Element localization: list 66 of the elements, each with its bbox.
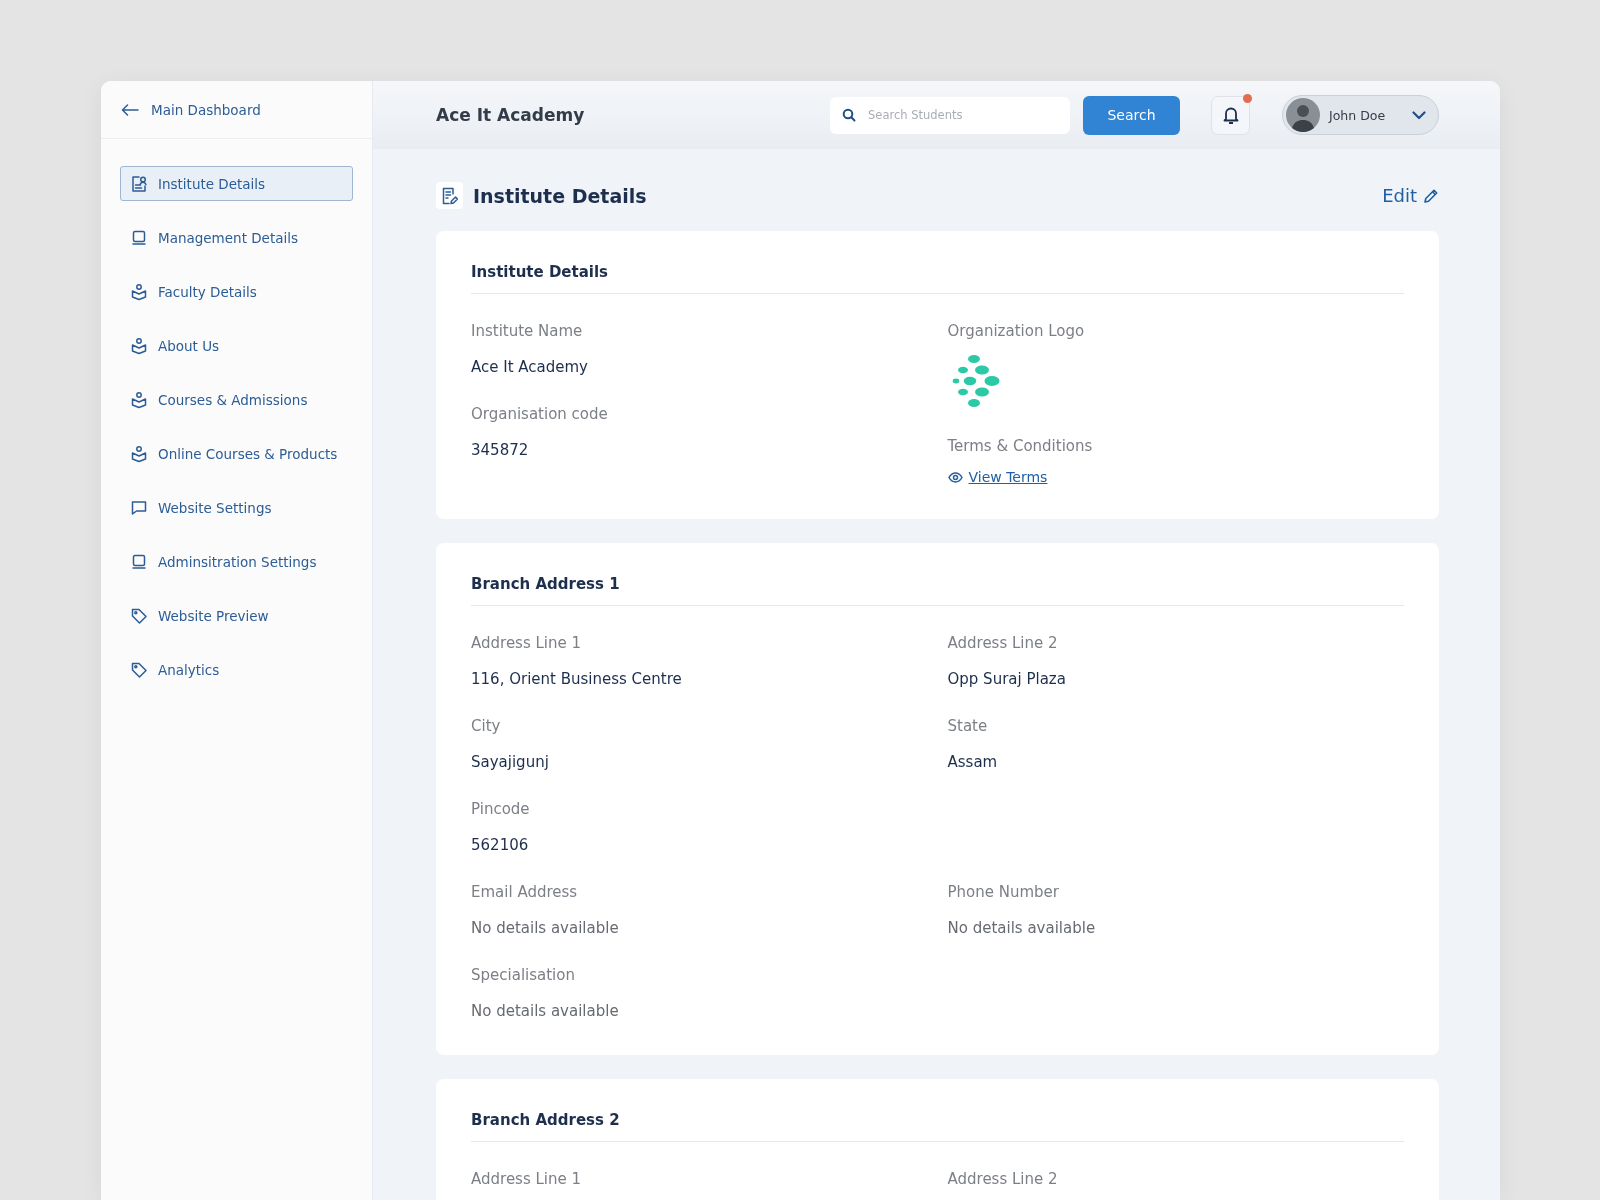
page-title: Institute Details xyxy=(473,184,647,207)
app-title: Ace It Academy xyxy=(436,105,586,125)
sidebar-item[interactable]: Adminsitration Settings xyxy=(120,544,353,579)
field-label: Specialisation xyxy=(471,965,576,985)
reader-icon xyxy=(130,390,148,409)
reader-icon xyxy=(130,444,148,463)
search-field[interactable]: Search Students xyxy=(866,107,1058,123)
main-dashboard-link[interactable]: Main Dashboard xyxy=(101,81,372,139)
field-label: Institute Name xyxy=(471,321,584,341)
card-title: Branch Address 1 xyxy=(471,575,1404,606)
edit-button[interactable]: Edit xyxy=(1382,185,1439,206)
field-value: No details available xyxy=(947,918,1097,938)
chat-icon xyxy=(130,498,148,517)
sidebar-item[interactable]: Website Preview xyxy=(120,598,353,633)
field-label: Address Line 1 xyxy=(471,633,583,653)
field-value: Assam xyxy=(947,752,999,772)
sidebar-item[interactable]: Online Courses & Products xyxy=(120,436,353,471)
search-icon xyxy=(842,108,856,122)
document-edit-icon xyxy=(441,186,458,205)
field-label: Terms & Conditions xyxy=(947,436,1094,456)
field-label: Phone Number xyxy=(947,882,1060,902)
sidebar-item[interactable]: Courses & Admissions xyxy=(120,382,353,417)
sidebar-item[interactable]: Analytics xyxy=(120,652,353,687)
sidebar-item[interactable]: Website Settings xyxy=(120,490,353,525)
eye-icon xyxy=(947,471,963,483)
search-box[interactable]: Search Students xyxy=(830,96,1070,134)
field-value: Opp Suraj Plaza xyxy=(947,669,1067,689)
field-label: Pincode xyxy=(471,799,531,819)
tag-icon xyxy=(130,606,148,625)
field-label: State xyxy=(947,716,989,736)
back-arrow-icon xyxy=(121,103,139,116)
field-value: 116, Orient Business Centre xyxy=(471,669,683,689)
reader-icon xyxy=(130,282,148,301)
field-value: Sayajigunj xyxy=(471,752,550,772)
field-label: City xyxy=(471,716,502,736)
user-name: John Doe xyxy=(1329,107,1387,123)
laptop-icon xyxy=(130,552,148,571)
field-label: Organisation code xyxy=(471,404,609,424)
view-terms-link[interactable]: View Terms xyxy=(947,469,1048,485)
card-title: Institute Details xyxy=(471,263,1404,294)
sidebar-item[interactable]: Institute Details xyxy=(120,166,353,201)
pencil-icon xyxy=(1423,187,1439,204)
field-value: Ace It Academy xyxy=(471,357,589,377)
field-label: Address Line 1 xyxy=(471,1169,583,1189)
chevron-down-icon xyxy=(1412,110,1426,120)
tag-icon xyxy=(130,660,148,679)
notifications-button[interactable] xyxy=(1211,95,1250,135)
document-icon xyxy=(130,174,148,193)
field-label: Address Line 2 xyxy=(947,1169,1059,1189)
reader-icon xyxy=(130,336,148,355)
sidebar-item[interactable]: About Us xyxy=(120,328,353,363)
laptop-icon xyxy=(130,228,148,247)
field-label: Organization Logo xyxy=(947,321,1086,341)
field-value: No details available xyxy=(471,918,620,938)
field-value: No details available xyxy=(471,1001,620,1021)
field-label: Email Address xyxy=(471,882,579,902)
sidebar-item[interactable]: Management Details xyxy=(120,220,353,255)
avatar xyxy=(1286,98,1320,132)
sidebar-item[interactable]: Faculty Details xyxy=(120,274,353,309)
field-value: 345872 xyxy=(471,440,530,460)
bell-icon xyxy=(1221,105,1240,125)
card-title: Branch Address 2 xyxy=(471,1111,1404,1142)
field-value: 562106 xyxy=(471,835,530,855)
field-label: Address Line 2 xyxy=(947,633,1059,653)
search-button[interactable]: Search xyxy=(1083,95,1180,135)
user-menu[interactable]: John Doe xyxy=(1282,95,1439,135)
